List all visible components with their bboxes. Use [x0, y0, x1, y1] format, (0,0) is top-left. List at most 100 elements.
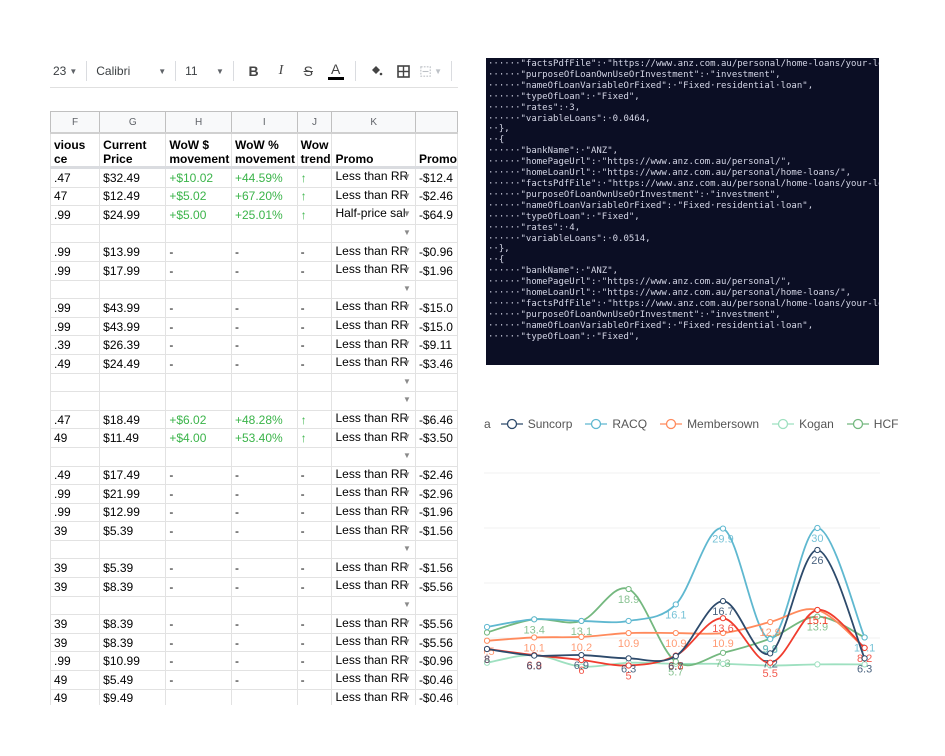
dropdown-arrow-icon[interactable]: ▼ — [403, 172, 411, 181]
cell-promo[interactable]: Less than RRF▼ — [331, 167, 416, 188]
cell-trend[interactable]: - — [296, 298, 333, 318]
cell-promo2[interactable]: -$15.0 — [414, 316, 458, 337]
dropdown-arrow-icon[interactable]: ▼ — [403, 339, 411, 348]
cell-wow-d[interactable]: - — [165, 316, 232, 337]
cell-wow-d[interactable] — [165, 372, 232, 393]
cell-wow-p[interactable]: - — [230, 242, 298, 262]
cell-trend[interactable] — [296, 446, 333, 467]
cell-wow-d[interactable]: - — [165, 242, 232, 262]
cell-wow-p[interactable]: +53.40% — [230, 428, 298, 448]
cell-trend[interactable] — [296, 688, 333, 705]
cell-prev[interactable] — [50, 446, 101, 467]
dropdown-arrow-icon[interactable]: ▼ — [403, 246, 411, 255]
cell-trend[interactable]: ↑ — [296, 205, 333, 225]
cell-promo[interactable]: Less than RRF▼ — [331, 242, 416, 262]
cell-current[interactable]: $5.49 — [99, 670, 167, 690]
header-cell[interactable]: WoW % movement — [230, 132, 298, 169]
cell-trend[interactable]: - — [296, 632, 333, 653]
cell-prev[interactable]: 49 — [50, 670, 101, 690]
cell-promo2[interactable]: -$1.56 — [414, 558, 458, 579]
cell-prev[interactable] — [50, 223, 101, 244]
data-point-membersown[interactable] — [672, 629, 679, 637]
cell-prev[interactable]: .99 — [50, 298, 101, 318]
cell-trend[interactable] — [296, 595, 333, 616]
cell-promo[interactable]: Less than RRF▼ — [331, 428, 416, 448]
cell-current[interactable]: $10.99 — [99, 651, 167, 672]
cell-promo2[interactable] — [414, 391, 458, 411]
data-point-suncorp[interactable] — [672, 653, 679, 660]
data-point-racq[interactable] — [672, 601, 679, 608]
column-header[interactable]: F — [50, 111, 101, 134]
cell-prev[interactable]: 47 — [50, 186, 101, 207]
data-point-membersown[interactable] — [578, 633, 585, 640]
data-point-membersown[interactable] — [625, 629, 632, 637]
cell-promo2[interactable]: -$0.46 — [414, 688, 458, 705]
cell-promo2[interactable] — [414, 539, 458, 560]
cell-wow-p[interactable] — [230, 223, 298, 244]
dropdown-arrow-icon[interactable]: ▼ — [403, 432, 411, 441]
header-cell[interactable]: Wow trend — [296, 132, 333, 169]
cell-current[interactable]: $8.39 — [99, 632, 167, 653]
dropdown-arrow-icon[interactable]: ▼ — [403, 228, 411, 237]
cell-prev[interactable]: .49 — [50, 353, 101, 374]
cell-wow-p[interactable]: - — [230, 577, 298, 597]
cell-promo[interactable]: Less than RRF▼ — [331, 670, 416, 690]
cell-current[interactable]: $24.49 — [99, 353, 167, 374]
cell-current[interactable]: $18.49 — [99, 409, 167, 430]
cell-promo2[interactable]: -$0.96 — [414, 242, 458, 262]
cell-prev[interactable]: 39 — [50, 614, 101, 634]
cell-wow-d[interactable]: +$5.00 — [165, 205, 232, 225]
cell-prev[interactable] — [50, 279, 101, 300]
dropdown-arrow-icon[interactable]: ▼ — [403, 451, 411, 460]
data-point-membersown[interactable] — [767, 618, 774, 626]
cell-prev[interactable]: .49 — [50, 465, 101, 486]
cell-wow-d[interactable] — [165, 391, 232, 411]
cell-trend[interactable]: - — [296, 316, 333, 337]
cell-prev[interactable]: 39 — [50, 521, 101, 541]
cell-wow-d[interactable]: +$6.02 — [165, 409, 232, 430]
cell-promo[interactable]: Less than RRF▼ — [331, 260, 416, 281]
cell-prev[interactable]: 49 — [50, 428, 101, 448]
dropdown-arrow-icon[interactable]: ▼ — [403, 693, 411, 702]
data-point-racq[interactable] — [814, 524, 821, 532]
cell-wow-d[interactable]: - — [165, 298, 232, 318]
header-cell[interactable]: vious ce — [50, 132, 101, 169]
data-point-other[interactable] — [861, 644, 868, 651]
cell-promo2[interactable] — [414, 446, 458, 467]
cell-promo[interactable]: ▼ — [331, 391, 416, 411]
cell-trend[interactable] — [296, 279, 333, 300]
cell-wow-p[interactable]: - — [230, 558, 298, 579]
dropdown-arrow-icon[interactable]: ▼ — [403, 674, 411, 683]
cell-current[interactable] — [99, 391, 167, 411]
dropdown-arrow-icon[interactable]: ▼ — [403, 470, 411, 479]
dropdown-arrow-icon[interactable]: ▼ — [403, 507, 411, 516]
cell-promo2[interactable]: -$1.96 — [414, 502, 458, 523]
cell-promo[interactable]: Less than RRF▼ — [331, 688, 416, 705]
dropdown-arrow-icon[interactable]: ▼ — [403, 414, 411, 423]
cell-current[interactable]: $11.49 — [99, 428, 167, 448]
cell-wow-p[interactable] — [230, 446, 298, 467]
cell-wow-p[interactable]: - — [230, 614, 298, 634]
header-cell[interactable]: Promo — [414, 132, 458, 169]
cell-trend[interactable]: - — [296, 558, 333, 579]
column-header[interactable] — [414, 111, 458, 134]
cell-promo[interactable]: Less than RRF▼ — [331, 298, 416, 318]
cell-wow-d[interactable]: - — [165, 260, 232, 281]
cell-promo[interactable]: ▼ — [331, 223, 416, 244]
cell-trend[interactable] — [296, 223, 333, 244]
cell-wow-p[interactable]: +25.01% — [230, 205, 298, 225]
cell-promo2[interactable]: -$0.46 — [414, 670, 458, 690]
cell-wow-p[interactable]: - — [230, 484, 298, 504]
cell-promo[interactable]: Less than RRF▼ — [331, 186, 416, 207]
cell-wow-d[interactable]: - — [165, 632, 232, 653]
cell-promo[interactable]: Less than RRF▼ — [331, 484, 416, 504]
cell-wow-d[interactable]: - — [165, 651, 232, 672]
dropdown-arrow-icon[interactable]: ▼ — [403, 637, 411, 646]
cell-wow-p[interactable]: - — [230, 316, 298, 337]
cell-current[interactable]: $5.39 — [99, 521, 167, 541]
cell-trend[interactable]: ↑ — [296, 409, 333, 430]
cell-current[interactable]: $43.99 — [99, 316, 167, 337]
column-header[interactable]: J — [296, 111, 333, 134]
cell-promo2[interactable]: -$15.0 — [414, 298, 458, 318]
cell-prev[interactable]: .39 — [50, 335, 101, 355]
